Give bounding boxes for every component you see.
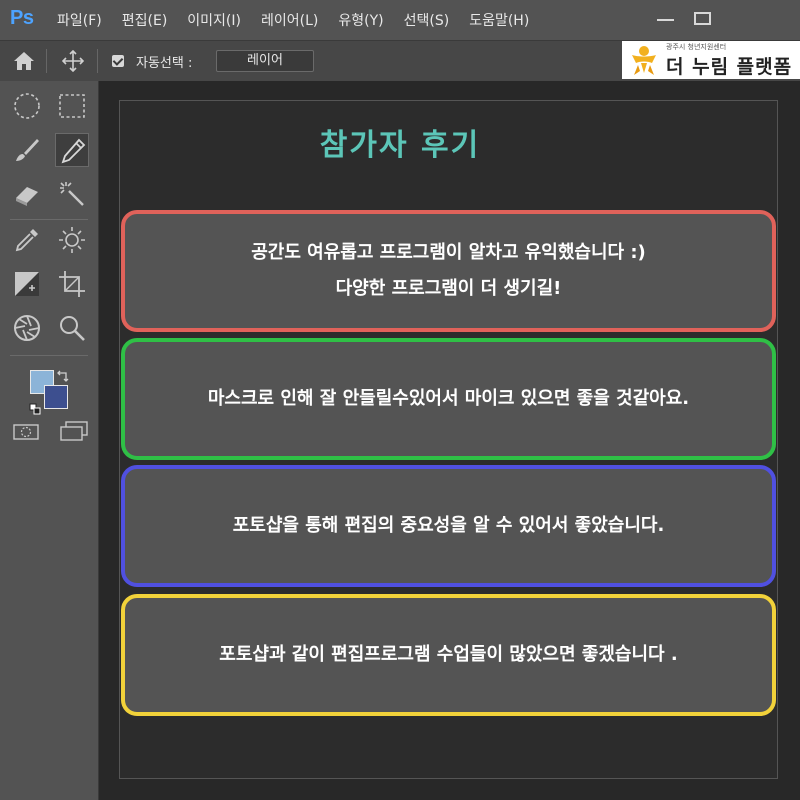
- rectangular-marquee-icon[interactable]: [55, 89, 89, 123]
- tools-separator: [10, 219, 88, 220]
- tools-panel: [0, 81, 99, 800]
- screen-mode-icon[interactable]: [60, 421, 88, 445]
- zoom-icon[interactable]: [55, 311, 89, 345]
- brand-name: 더 누림 플랫폼: [666, 56, 793, 78]
- auto-select-checkbox[interactable]: [112, 55, 124, 67]
- menu-select[interactable]: 선택(S): [404, 10, 450, 30]
- menu-type[interactable]: 유형(Y): [338, 10, 383, 30]
- menu-edit[interactable]: 편집(E): [122, 10, 168, 30]
- review-text: 마스크로 인해 잘 안들릴수있어서 마이크 있으면 좋을 것같아요.: [207, 388, 690, 409]
- menu-items: 파일(F) 편집(E) 이미지(I) 레이어(L) 유형(Y) 선택(S) 도움…: [57, 0, 549, 40]
- crop-icon[interactable]: [55, 267, 89, 301]
- default-colors-icon[interactable]: [29, 400, 41, 419]
- app-logo: Ps: [10, 7, 34, 29]
- eyedropper-icon[interactable]: [10, 223, 44, 257]
- background-color-swatch[interactable]: [44, 385, 68, 409]
- review-text: 다양한 프로그램이 더 생기길!: [335, 278, 562, 299]
- quick-mask-icon[interactable]: [13, 423, 39, 445]
- auto-select-dropdown[interactable]: 레이어: [216, 50, 314, 72]
- menu-bar: Ps 파일(F) 편집(E) 이미지(I) 레이어(L) 유형(Y) 선택(S)…: [0, 0, 800, 40]
- separator: [46, 49, 47, 73]
- review-card-green: 마스크로 인해 잘 안들릴수있어서 마이크 있으면 좋을 것같아요.: [121, 338, 776, 460]
- dodge-sun-icon[interactable]: [55, 223, 89, 257]
- menu-layer[interactable]: 레이어(L): [261, 10, 318, 30]
- eraser-icon[interactable]: [10, 177, 44, 211]
- gradient-icon[interactable]: [10, 267, 44, 301]
- brand-subtitle: 광주시 청년지원센터: [666, 43, 727, 51]
- review-text: 공간도 여유롭고 프로그램이 알차고 유익했습니다 :): [251, 242, 646, 263]
- move-tool-icon[interactable]: [61, 49, 85, 76]
- elliptical-marquee-icon[interactable]: [10, 89, 44, 123]
- auto-select-label: 자동선택 :: [136, 56, 193, 71]
- aperture-icon[interactable]: [10, 311, 44, 345]
- menu-image[interactable]: 이미지(I): [187, 10, 241, 30]
- menu-help[interactable]: 도움말(H): [469, 10, 529, 30]
- home-icon[interactable]: [12, 50, 36, 76]
- review-card-red: 공간도 여유롭고 프로그램이 알차고 유익했습니다 :) 다양한 프로그램이 더…: [121, 210, 776, 332]
- canvas-title: 참가자 후기: [319, 128, 481, 163]
- menu-file[interactable]: 파일(F): [57, 10, 102, 30]
- review-card-yellow: 포토샵과 같이 편집프로그램 수업들이 많았으면 좋겠습니다 .: [121, 594, 776, 716]
- magic-wand-icon[interactable]: [55, 177, 89, 211]
- tools-separator: [10, 355, 88, 356]
- brand-logo-icon: [628, 43, 660, 81]
- review-card-blue: 포토샵을 통해 편집의 중요성을 알 수 있어서 좋았습니다.: [121, 465, 776, 587]
- review-text: 포토샵과 같이 편집프로그램 수업들이 많았으면 좋겠습니다 .: [219, 644, 678, 665]
- minimize-button[interactable]: [657, 19, 674, 21]
- separator: [97, 49, 98, 73]
- swap-colors-icon[interactable]: [56, 368, 70, 387]
- review-text: 포토샵을 통해 편집의 중요성을 알 수 있어서 좋았습니다.: [232, 515, 665, 536]
- maximize-button[interactable]: [694, 12, 711, 25]
